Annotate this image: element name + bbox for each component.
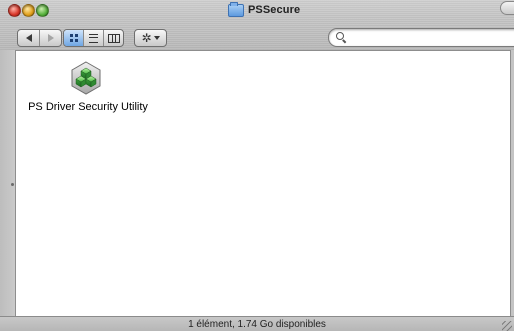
- close-window-button[interactable]: [8, 4, 21, 17]
- back-button[interactable]: [18, 30, 40, 46]
- file-browser-content: PS Driver Security Utility: [16, 51, 510, 316]
- window-title: PSSecure: [228, 1, 301, 18]
- file-item-label: PS Driver Security Utility: [28, 101, 148, 113]
- grid-icon: [69, 34, 78, 42]
- navigation-buttons: [17, 29, 62, 47]
- gear-icon: ✲: [141, 31, 152, 45]
- view-mode-buttons: [63, 29, 124, 47]
- search-input[interactable]: [349, 30, 514, 46]
- right-window-frame: [510, 50, 514, 316]
- search-field[interactable]: [328, 28, 514, 47]
- status-bar: 1 élément, 1.74 Go disponibles: [0, 316, 514, 331]
- zoom-window-button[interactable]: [36, 4, 49, 17]
- drawer-handle[interactable]: [11, 183, 14, 186]
- icon-view-button[interactable]: [64, 30, 84, 46]
- back-arrow-icon: [25, 34, 32, 42]
- file-item[interactable]: PS Driver Security Utility: [24, 61, 152, 121]
- toolbar-toggle-button[interactable]: [500, 1, 514, 15]
- chevron-down-icon: [153, 36, 160, 40]
- green-cubes-app-icon: [71, 61, 101, 95]
- window-title-text: PSSecure: [248, 4, 301, 16]
- title-toolbar-area: PSSecure ✲: [0, 0, 514, 51]
- resize-grip-icon[interactable]: [502, 321, 512, 331]
- forward-button[interactable]: [40, 30, 61, 46]
- column-view-button[interactable]: [104, 30, 123, 46]
- left-window-frame: [0, 50, 16, 316]
- action-menu-button[interactable]: ✲: [134, 29, 167, 47]
- search-icon: [336, 32, 344, 40]
- list-view-button[interactable]: [84, 30, 104, 46]
- forward-arrow-icon: [47, 34, 54, 42]
- columns-icon: [107, 33, 120, 43]
- minimize-window-button[interactable]: [22, 4, 35, 17]
- status-text: 1 élément, 1.74 Go disponibles: [188, 319, 326, 330]
- finder-window: PSSecure ✲ PS Driver Security Utility 1 …: [0, 0, 514, 331]
- list-icon: [89, 33, 98, 43]
- folder-icon: [228, 1, 244, 17]
